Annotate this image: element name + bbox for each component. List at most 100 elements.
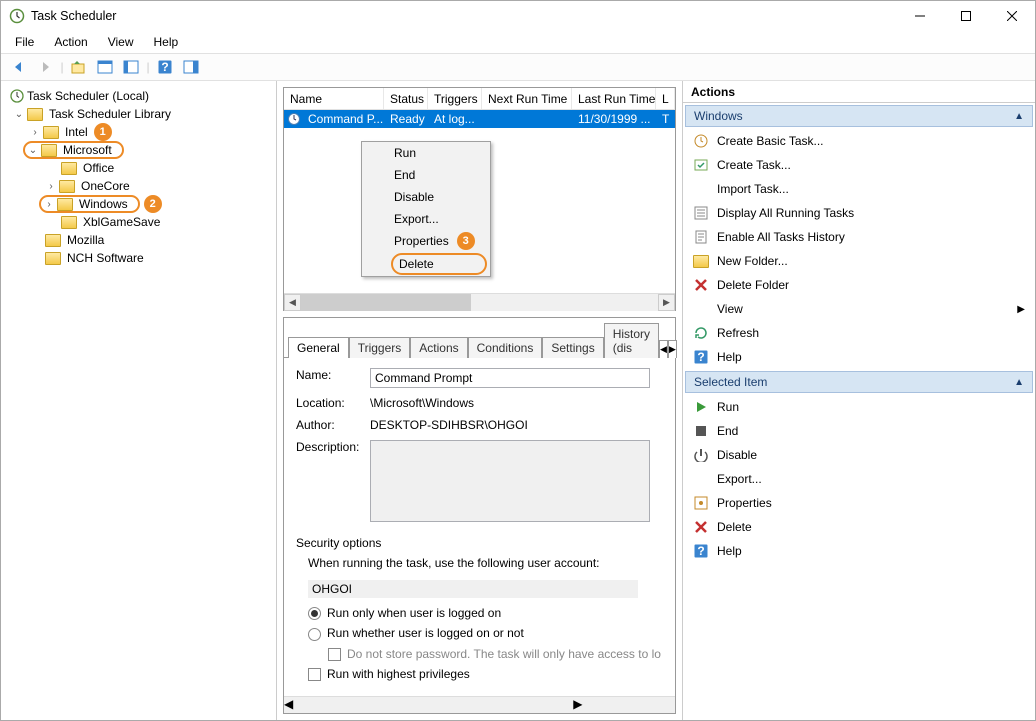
folder-icon (43, 126, 59, 139)
task-row-selected[interactable]: Command P... Ready At log... 11/30/1999 … (284, 110, 675, 128)
tab-actions[interactable]: Actions (410, 337, 467, 358)
help-button[interactable]: ? (153, 56, 177, 78)
action-properties[interactable]: Properties (683, 491, 1035, 515)
tree-intel[interactable]: ›Intel1 (5, 123, 272, 141)
radio-logged-on[interactable]: Run only when user is logged on (296, 606, 663, 620)
refresh-icon (693, 325, 709, 341)
general-tab-body: Name:Command Prompt Location:\Microsoft\… (284, 357, 675, 696)
action-new-folder[interactable]: New Folder... (683, 249, 1035, 273)
action-end[interactable]: End (683, 419, 1035, 443)
action-delete-folder[interactable]: Delete Folder (683, 273, 1035, 297)
col-last[interactable]: L (656, 88, 675, 109)
task-list: Name Status Triggers Next Run Time Last … (283, 87, 676, 311)
col-status[interactable]: Status (384, 88, 428, 109)
action-disable[interactable]: Disable (683, 443, 1035, 467)
menu-view[interactable]: View (100, 33, 142, 51)
actions-section-selected[interactable]: Selected Item▲ (685, 371, 1033, 393)
tree-mozilla[interactable]: Mozilla (5, 231, 272, 249)
menu-file[interactable]: File (7, 33, 42, 51)
action-export[interactable]: Export... (683, 467, 1035, 491)
tab-settings[interactable]: Settings (542, 337, 603, 358)
tree-microsoft[interactable]: ⌄Microsoft (23, 141, 124, 159)
scroll-right-icon[interactable]: ▶ (658, 294, 675, 311)
menu-action[interactable]: Action (46, 33, 95, 51)
view-button-3[interactable] (179, 56, 203, 78)
tab-history[interactable]: History (dis (604, 323, 659, 358)
cm-end[interactable]: End (388, 164, 490, 186)
cm-run[interactable]: Run (388, 142, 490, 164)
help-icon: ? (693, 349, 709, 365)
radio-whether[interactable]: Run whether user is logged on or not (296, 626, 663, 640)
close-button[interactable] (989, 1, 1035, 31)
tabstrip: General Triggers Actions Conditions Sett… (284, 318, 675, 357)
properties-icon (693, 495, 709, 511)
tree-xblgamesave[interactable]: XblGameSave (5, 213, 272, 231)
tab-triggers[interactable]: Triggers (349, 337, 411, 358)
tree-windows[interactable]: ›Windows (39, 195, 140, 213)
folder-icon (45, 252, 61, 265)
maximize-button[interactable] (943, 1, 989, 31)
menu-help[interactable]: Help (146, 33, 187, 51)
actions-section-windows[interactable]: Windows▲ (685, 105, 1033, 127)
action-run[interactable]: Run (683, 395, 1035, 419)
scroll-left-icon[interactable]: ◀ (284, 697, 293, 713)
forward-button[interactable] (33, 56, 57, 78)
tree-office[interactable]: Office (5, 159, 272, 177)
scroll-left-icon[interactable]: ◀ (284, 294, 301, 311)
actions-pane: Actions Windows▲ Create Basic Task... Cr… (683, 81, 1035, 720)
tab-general[interactable]: General (288, 337, 349, 358)
chk-password[interactable]: Do not store password. The task will onl… (296, 647, 663, 661)
tree-nch[interactable]: NCH Software (5, 249, 272, 267)
details-hscroll[interactable]: ◀ ▶ (284, 696, 675, 713)
action-refresh[interactable]: Refresh (683, 321, 1035, 345)
action-import-task[interactable]: Import Task... (683, 177, 1035, 201)
author-label: Author: (296, 418, 370, 432)
minimize-button[interactable] (897, 1, 943, 31)
action-view[interactable]: View▶ (683, 297, 1035, 321)
action-enable-history[interactable]: Enable All Tasks History (683, 225, 1035, 249)
annotation-2: 2 (144, 195, 162, 213)
cm-properties[interactable]: Properties3 (388, 230, 490, 252)
action-display-all[interactable]: Display All Running Tasks (683, 201, 1035, 225)
tab-scroll-right[interactable]: ▶ (668, 340, 677, 358)
task-hscroll[interactable]: ◀ ▶ (284, 293, 675, 310)
chevron-up-icon: ▲ (1014, 377, 1024, 388)
svg-text:?: ? (697, 350, 704, 364)
disable-icon (693, 447, 709, 463)
actions-header: Actions (683, 81, 1035, 103)
history-icon (693, 229, 709, 245)
folder-icon (57, 198, 73, 211)
tab-scroll-left[interactable]: ◀ (659, 340, 668, 358)
menubar: File Action View Help (1, 31, 1035, 53)
scroll-thumb[interactable] (301, 294, 471, 311)
tree-library[interactable]: ⌄Task Scheduler Library (5, 105, 272, 123)
action-help[interactable]: ?Help (683, 345, 1035, 369)
action-create-task[interactable]: Create Task... (683, 153, 1035, 177)
action-create-basic[interactable]: Create Basic Task... (683, 129, 1035, 153)
clock-icon (286, 111, 302, 127)
tab-conditions[interactable]: Conditions (468, 337, 543, 358)
cm-export[interactable]: Export... (388, 208, 490, 230)
cm-disable[interactable]: Disable (388, 186, 490, 208)
tree-root[interactable]: Task Scheduler (Local) (5, 87, 272, 105)
up-button[interactable] (67, 56, 91, 78)
name-input[interactable]: Command Prompt (370, 368, 650, 388)
view-button-1[interactable] (93, 56, 117, 78)
help-icon: ? (693, 543, 709, 559)
action-delete[interactable]: Delete (683, 515, 1035, 539)
action-help2[interactable]: ?Help (683, 539, 1035, 563)
scroll-right-icon[interactable]: ▶ (573, 697, 582, 713)
back-button[interactable] (7, 56, 31, 78)
view-button-2[interactable] (119, 56, 143, 78)
desc-textarea[interactable] (370, 440, 650, 522)
tree-onecore[interactable]: ›OneCore (5, 177, 272, 195)
col-name[interactable]: Name (284, 88, 384, 109)
col-nextrun[interactable]: Next Run Time (482, 88, 572, 109)
delete-icon (693, 519, 709, 535)
folder-icon (27, 108, 43, 121)
col-triggers[interactable]: Triggers (428, 88, 482, 109)
location-value: \Microsoft\Windows (370, 396, 474, 410)
col-lastrun[interactable]: Last Run Time (572, 88, 656, 109)
chk-highest[interactable]: Run with highest privileges (296, 667, 663, 681)
cm-delete[interactable]: Delete (391, 253, 487, 275)
